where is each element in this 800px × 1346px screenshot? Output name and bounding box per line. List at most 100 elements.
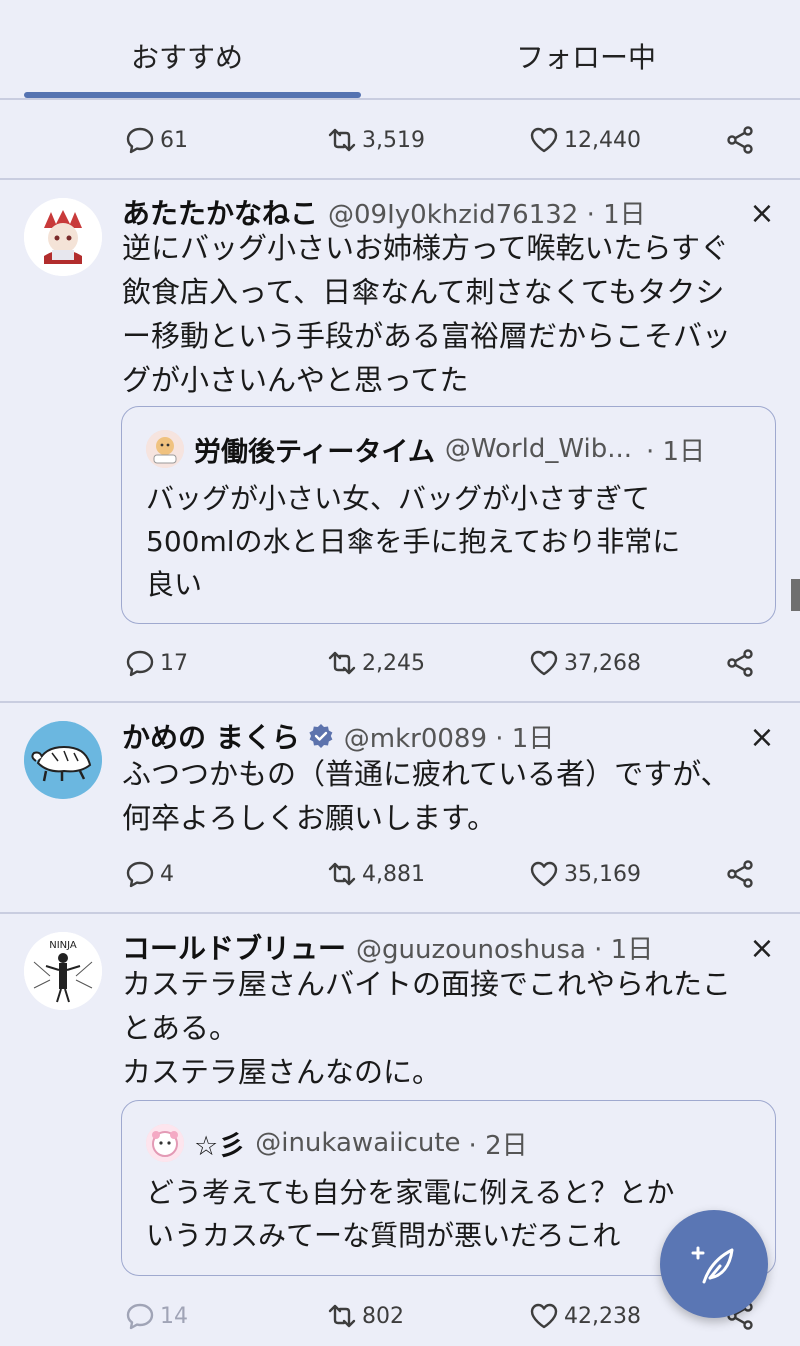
text-line: カステラ屋さんなのに。 <box>122 1055 442 1089</box>
retweet-count: 2,245 <box>362 650 425 676</box>
retweet-button[interactable]: 802 <box>326 1294 404 1338</box>
reply-icon <box>126 127 154 154</box>
timeline-tabs: おすすめ フォロー中 <box>0 0 800 100</box>
quoted-avatar <box>146 1124 184 1162</box>
retweet-icon <box>328 862 356 886</box>
reply-count: 4 <box>160 861 174 887</box>
heart-icon <box>530 861 558 887</box>
quoted-post[interactable]: 労働後ティータイム @World_Wib... · 1日 バッグが小さい女、バッ… <box>121 406 776 624</box>
divider <box>0 178 800 180</box>
quoted-time: · 2日 <box>468 1130 528 1161</box>
avatar[interactable] <box>24 721 102 799</box>
share-button[interactable] <box>724 852 760 896</box>
avatar-image: NINJA <box>24 932 102 1010</box>
retweet-button[interactable]: 2,245 <box>326 641 425 685</box>
share-button[interactable] <box>724 118 760 162</box>
close-icon[interactable]: × <box>748 199 776 229</box>
like-count: 37,268 <box>564 650 641 676</box>
text-line: どう考えても自分を家電に例えると？とか <box>146 1176 675 1209</box>
post-text: カステラ屋さんバイトの面接でこれやられたこ とある。 カステラ屋さんなのに。 <box>122 962 782 1094</box>
display-name[interactable]: コールドブリュー <box>122 927 346 967</box>
quoted-handle: @World_Wib... <box>444 434 633 464</box>
retweet-count: 3,519 <box>362 127 425 153</box>
quoted-text: どう考えても自分を家電に例えると？とか いうカスみてーな質問が悪いだろこれ <box>146 1171 674 1257</box>
heart-icon <box>530 650 558 676</box>
avatar-text: NINJA <box>49 940 77 951</box>
tab-recommended[interactable]: おすすめ <box>131 36 243 76</box>
handle-and-time: @guuzounoshusa · 1日 <box>356 934 654 965</box>
quoted-text: バッグが小さい女、バッグが小さすぎて 500mlの水と日傘を手に抱えており非常に… <box>146 477 680 606</box>
retweet-icon <box>328 651 356 675</box>
reply-button[interactable]: 4 <box>124 852 174 896</box>
reply-button[interactable]: 61 <box>124 118 188 162</box>
retweet-button[interactable]: 4,881 <box>326 852 425 896</box>
like-count: 42,238 <box>564 1303 641 1329</box>
quoted-time: · 1日 <box>646 436 706 467</box>
text-line: 何卒よろしくお願いします。 <box>122 801 497 835</box>
like-count: 35,169 <box>564 861 641 887</box>
tab-following[interactable]: フォロー中 <box>516 36 656 76</box>
divider <box>0 912 800 914</box>
close-icon[interactable]: × <box>748 934 776 964</box>
share-button[interactable] <box>724 641 760 685</box>
text-line: いうカスみてーな質問が悪いだろこれ <box>146 1219 621 1252</box>
text-line: 逆にバッグ小さいお姉様方って喉乾いたらすぐ <box>122 231 729 265</box>
post-text: ふつつかもの（普通に疲れている者）ですが、 何卒よろしくお願いします。 <box>122 752 782 840</box>
like-button[interactable]: 42,238 <box>528 1294 641 1338</box>
close-icon[interactable]: × <box>748 723 776 753</box>
like-button[interactable]: 12,440 <box>528 118 641 162</box>
text-line: ー移動という手段がある富裕層だからこそバッ <box>122 319 732 353</box>
reply-button[interactable]: 17 <box>124 641 188 685</box>
avatar[interactable] <box>24 198 102 276</box>
text-line: バッグが小さい女、バッグが小さすぎて <box>146 482 651 515</box>
reply-icon <box>126 650 154 677</box>
compose-icon <box>691 1246 734 1284</box>
divider <box>0 701 800 703</box>
quoted-avatar <box>146 430 184 468</box>
heart-icon <box>530 1303 558 1329</box>
reply-count: 14 <box>160 1303 188 1329</box>
like-button[interactable]: 35,169 <box>528 852 641 896</box>
compose-button[interactable] <box>660 1210 768 1318</box>
display-name[interactable]: かめの まくら <box>122 716 300 756</box>
quoted-display-name: 労働後ティータイム <box>194 436 435 468</box>
avatar[interactable]: NINJA <box>24 932 102 1010</box>
quoted-header: ☆彡 @inukawaiicute · 2日 <box>146 1123 528 1163</box>
reply-icon <box>126 1303 154 1330</box>
retweet-icon <box>328 1304 356 1328</box>
scrollbar-thumb[interactable] <box>791 579 800 611</box>
text-line: とある。 <box>122 1011 239 1045</box>
reply-count: 61 <box>160 127 188 153</box>
reply-button[interactable]: 14 <box>124 1294 188 1338</box>
share-icon <box>727 126 753 154</box>
avatar-image <box>24 721 102 799</box>
timeline-page: おすすめ フォロー中 61 3,519 12,440 あたたかなねこ @09Iy… <box>0 0 800 1346</box>
quoted-display-name: ☆彡 <box>194 1130 246 1162</box>
reply-count: 17 <box>160 650 188 676</box>
retweet-button[interactable]: 3,519 <box>326 118 425 162</box>
text-line: 飲食店入って、日傘なんて刺さなくてもタクシ <box>122 275 725 309</box>
handle-and-time: @09Iy0khzid76132 · 1日 <box>328 199 646 230</box>
quoted-handle: @inukawaiicute <box>255 1128 461 1158</box>
text-line: 良い <box>146 568 203 601</box>
reply-icon <box>126 861 154 888</box>
text-line: ふつつかもの（普通に疲れている者）ですが、 <box>122 757 730 791</box>
post-actions: 17 2,245 37,268 <box>0 641 800 685</box>
post-actions: 4 4,881 35,169 <box>0 852 800 896</box>
like-count: 12,440 <box>564 127 641 153</box>
share-icon <box>727 860 753 888</box>
retweet-count: 4,881 <box>362 861 425 887</box>
post-actions: 61 3,519 12,440 <box>0 118 800 162</box>
handle-and-time: @mkr0089 · 1日 <box>343 723 555 754</box>
post-text: 逆にバッグ小さいお姉様方って喉乾いたらすぐ 飲食店入って、日傘なんて刺さなくても… <box>122 226 782 402</box>
post-header: コールドブリュー @guuzounoshusa · 1日 <box>122 927 653 967</box>
post-header: かめの まくら @mkr0089 · 1日 <box>122 716 554 756</box>
text-line: グが小さいんやと思ってた <box>122 363 469 397</box>
like-button[interactable]: 37,268 <box>528 641 641 685</box>
heart-icon <box>530 127 558 153</box>
verified-badge-icon <box>309 724 333 748</box>
share-icon <box>727 649 753 677</box>
text-line: 500mlの水と日傘を手に抱えており非常に <box>146 525 681 558</box>
retweet-icon <box>328 128 356 152</box>
retweet-count: 802 <box>362 1303 404 1329</box>
